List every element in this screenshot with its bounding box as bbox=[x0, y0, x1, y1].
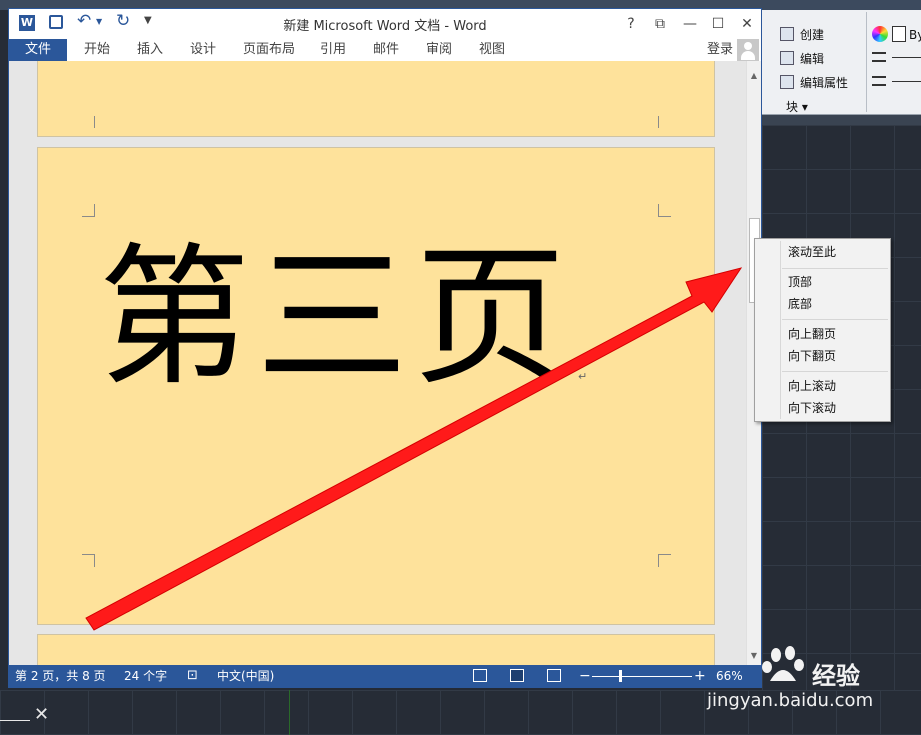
cad-drawing-area[interactable] bbox=[762, 125, 921, 735]
page-count-status[interactable]: 第 2 页，共 8 页 bbox=[15, 665, 106, 687]
zoom-slider[interactable] bbox=[592, 676, 692, 677]
crop-mark bbox=[658, 204, 671, 217]
tab-page-layout[interactable]: 页面布局 bbox=[243, 39, 295, 61]
create-block-icon bbox=[780, 27, 794, 41]
menu-separator bbox=[782, 371, 888, 372]
close-button[interactable]: ✕ bbox=[736, 13, 758, 35]
cad-create-button[interactable]: 创建 bbox=[780, 24, 824, 44]
linetype-icon[interactable] bbox=[872, 76, 886, 86]
cad-block-group-label[interactable]: 块 ▾ bbox=[786, 98, 808, 115]
status-bar: 第 2 页，共 8 页 24 个字 ⊡ 中文(中国) − + 66% bbox=[9, 665, 761, 687]
lineweight-icon[interactable] bbox=[872, 52, 886, 62]
title-bar: W ↶ ▼ ↻ ▼ 新建 Microsoft Word 文档 - Word ? … bbox=[9, 9, 761, 39]
watermark-brand: 经验 bbox=[812, 662, 860, 690]
tab-insert[interactable]: 插入 bbox=[137, 39, 163, 61]
bylayer-label: By bbox=[909, 28, 921, 42]
menu-item-scroll-down[interactable]: 向下滚动 bbox=[788, 398, 836, 418]
zoom-out-button[interactable]: − bbox=[579, 665, 591, 687]
ribbon-display-options-button[interactable]: ⧉ bbox=[649, 13, 671, 35]
tab-home[interactable]: 开始 bbox=[84, 39, 110, 61]
page-3 bbox=[37, 634, 715, 665]
edit-block-icon bbox=[780, 51, 794, 65]
ribbon-divider bbox=[866, 12, 867, 112]
lineweight-line bbox=[892, 57, 921, 58]
avatar[interactable] bbox=[737, 39, 759, 61]
menu-separator bbox=[782, 319, 888, 320]
color-wheel-icon[interactable] bbox=[872, 26, 888, 42]
word-window: W ↶ ▼ ↻ ▼ 新建 Microsoft Word 文档 - Word ? … bbox=[8, 8, 762, 688]
web-layout-icon[interactable] bbox=[547, 669, 561, 682]
tab-view[interactable]: 视图 bbox=[479, 39, 505, 61]
paragraph-mark: ↵ bbox=[578, 370, 588, 383]
page-heading: 第三页 bbox=[98, 229, 572, 406]
cad-y-axis bbox=[289, 690, 290, 735]
menu-item-bottom[interactable]: 底部 bbox=[788, 294, 812, 314]
color-swatch[interactable] bbox=[892, 26, 906, 42]
crop-mark bbox=[658, 554, 671, 567]
sign-in-link[interactable]: 登录 bbox=[707, 39, 733, 61]
page-2: 第三页 ↵ bbox=[37, 147, 715, 625]
cad-crosshair-line bbox=[0, 720, 30, 721]
page-1 bbox=[37, 61, 715, 137]
ribbon-tabs: 文件 开始 插入 设计 页面布局 引用 邮件 审阅 视图 bbox=[9, 39, 761, 61]
menu-item-page-up[interactable]: 向上翻页 bbox=[788, 324, 836, 344]
read-mode-icon[interactable] bbox=[473, 669, 487, 682]
tab-review[interactable]: 审阅 bbox=[426, 39, 452, 61]
crop-mark bbox=[82, 204, 95, 217]
tab-design[interactable]: 设计 bbox=[190, 39, 216, 61]
cad-crosshair-icon: ✕ bbox=[34, 704, 50, 725]
tab-mailings[interactable]: 邮件 bbox=[373, 39, 399, 61]
tab-references[interactable]: 引用 bbox=[320, 39, 346, 61]
edit-attributes-icon bbox=[780, 75, 794, 89]
tab-file[interactable]: 文件 bbox=[9, 39, 67, 61]
zoom-slider-thumb[interactable] bbox=[619, 670, 622, 682]
print-layout-icon[interactable] bbox=[510, 669, 524, 682]
menu-item-page-down[interactable]: 向下翻页 bbox=[788, 346, 836, 366]
menu-item-scroll-up[interactable]: 向上滚动 bbox=[788, 376, 836, 396]
cad-edit-attributes-button[interactable]: 编辑属性 bbox=[780, 72, 848, 92]
linetype-line bbox=[892, 81, 921, 82]
scrollbar-context-menu: 滚动至此 顶部 底部 向上翻页 向下翻页 向上滚动 向下滚动 bbox=[754, 238, 891, 422]
cad-ribbon-block-panel: 创建 编辑 编辑属性 块 ▾ By bbox=[762, 10, 921, 115]
menu-item-scroll-here[interactable]: 滚动至此 bbox=[788, 242, 836, 262]
crop-mark bbox=[82, 554, 95, 567]
help-button[interactable]: ? bbox=[620, 13, 642, 35]
watermark-url: jingyan.baidu.com bbox=[707, 690, 874, 711]
menu-item-top[interactable]: 顶部 bbox=[788, 272, 812, 292]
crop-mark bbox=[82, 116, 95, 128]
cad-canvas-left bbox=[0, 0, 8, 735]
menu-separator bbox=[782, 268, 888, 269]
cad-tab-strip bbox=[762, 115, 921, 125]
crop-mark bbox=[658, 116, 671, 128]
scroll-up-icon[interactable]: ▲ bbox=[748, 69, 760, 83]
word-count-status[interactable]: 24 个字 bbox=[124, 665, 167, 687]
proofing-icon[interactable]: ⊡ bbox=[187, 665, 198, 687]
minimize-button[interactable]: — bbox=[679, 13, 701, 35]
maximize-button[interactable]: ☐ bbox=[707, 13, 729, 35]
language-status[interactable]: 中文(中国) bbox=[217, 665, 274, 687]
cad-edit-button[interactable]: 编辑 bbox=[780, 48, 824, 68]
menu-icon-gutter bbox=[780, 241, 781, 419]
zoom-in-button[interactable]: + bbox=[694, 665, 706, 687]
document-area[interactable]: 第三页 ↵ bbox=[9, 61, 746, 665]
